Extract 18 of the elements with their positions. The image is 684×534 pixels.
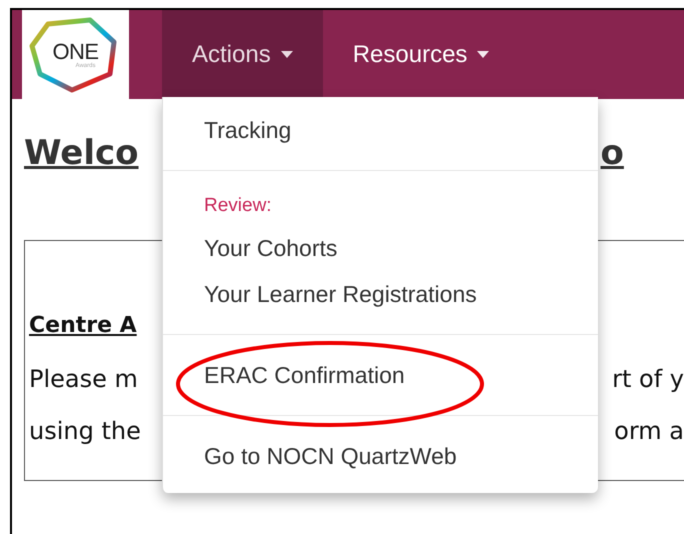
menu-item[interactable]: Your Cohorts [163,224,598,270]
nav-tab[interactable]: Actions [162,10,323,99]
page-heading: Welco [24,132,139,175]
section-title: Centre A [29,315,137,337]
body-text: orm a [614,419,684,443]
menu-header: Review: [203,194,273,218]
menu-item[interactable]: Tracking [163,107,598,153]
body-text: using the [29,419,141,443]
menu-item[interactable]: Go to NOCN QuartzWeb [163,432,598,478]
page-heading: o [600,132,624,175]
nav-tab[interactable]: Resources [322,10,520,99]
menu-item[interactable]: ERAC Confirmation [163,352,598,398]
logo-text: ONE [52,40,99,62]
body-text: Please m [29,367,138,391]
caret-icon [477,51,490,58]
menu-item[interactable]: Your Learner Registrations [163,270,598,316]
body-text: rt of y [612,367,684,391]
caret-icon [280,51,293,58]
